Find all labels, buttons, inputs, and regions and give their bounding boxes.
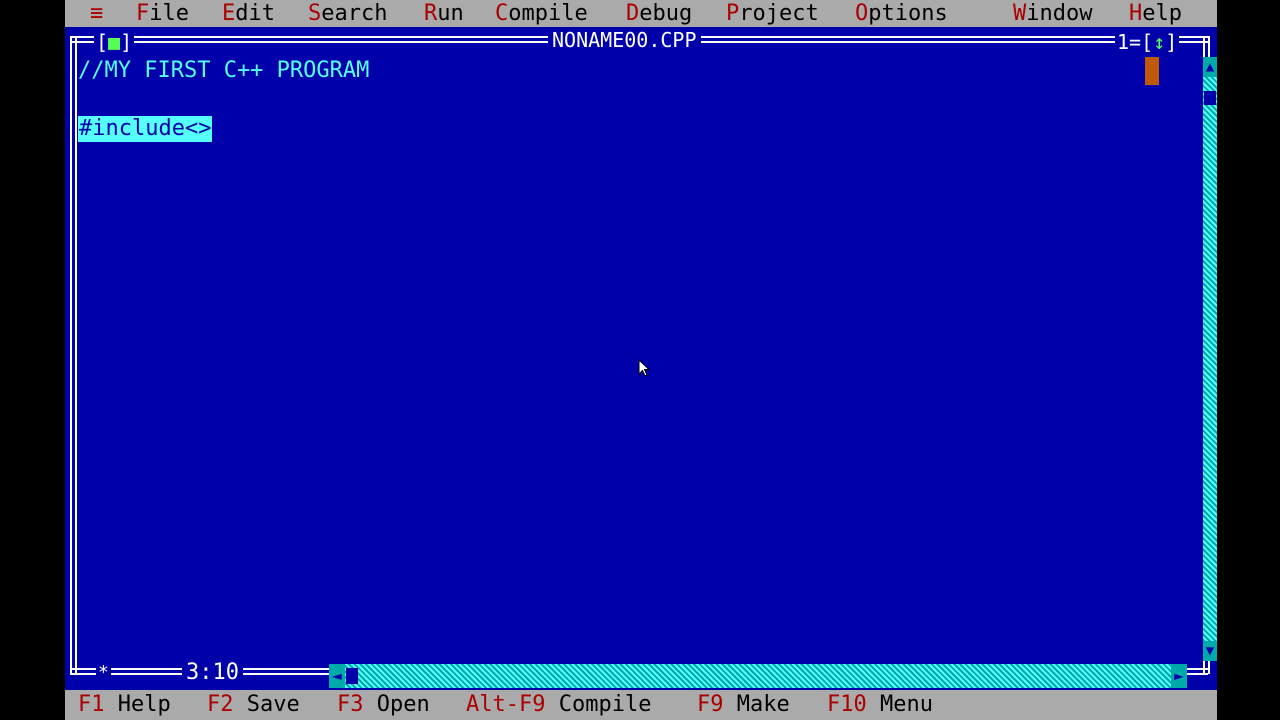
menu-bar: ≡ File Edit Search Run Compile Debug Pro… (65, 0, 1217, 27)
scroll-down-icon[interactable]: ▼ (1203, 641, 1217, 661)
status-f3-open[interactable]: F3 Open (337, 690, 430, 720)
menu-file[interactable]: File (136, 0, 189, 27)
editor-window: [■] NONAME00.CPP 1=[↕] * 3:10 (70, 29, 1212, 684)
scroll-up-icon[interactable]: ▲ (1203, 57, 1217, 77)
menu-run[interactable]: Run (424, 0, 464, 27)
code-line-1[interactable]: //MY FIRST C++ PROGRAM (78, 58, 369, 84)
code-line-3-selected[interactable]: #include<> (78, 116, 213, 142)
system-menu-icon[interactable]: ≡ (90, 0, 103, 27)
menu-window[interactable]: Window (1013, 0, 1092, 27)
text-caret (1145, 57, 1159, 85)
window-close-button[interactable]: [■] (94, 30, 135, 54)
menu-edit[interactable]: Edit (222, 0, 275, 27)
scroll-left-icon[interactable]: ◄ (329, 664, 345, 688)
window-number-zoom[interactable]: 1=[↕] (1115, 30, 1180, 54)
status-bar: F1 Help F2 Save F3 Open Alt-F9 Compile F… (65, 690, 1217, 720)
menu-project[interactable]: Project (726, 0, 819, 27)
modified-indicator: * (96, 662, 111, 683)
horizontal-scroll-thumb[interactable] (346, 668, 358, 684)
horizontal-scrollbar[interactable]: ◄ ► (329, 664, 1187, 688)
arrow-pointer-icon (638, 359, 651, 377)
status-f10-menu[interactable]: F10 Menu (827, 690, 933, 720)
frame-left-border (70, 36, 77, 674)
status-f9-make[interactable]: F9 Make (697, 690, 790, 720)
menu-options[interactable]: Options (855, 0, 948, 27)
window-title: NONAME00.CPP (548, 29, 701, 51)
menu-debug[interactable]: Debug (626, 0, 692, 27)
vertical-scrollbar[interactable]: ▲ ▼ (1203, 57, 1217, 661)
scroll-right-icon[interactable]: ► (1171, 664, 1187, 688)
status-f2-save[interactable]: F2 Save (207, 690, 300, 720)
status-altf9-compile[interactable]: Alt-F9 Compile (466, 690, 651, 720)
status-f1-help[interactable]: F1 Help (78, 690, 171, 720)
menu-compile[interactable]: Compile (495, 0, 588, 27)
menu-search[interactable]: Search (308, 0, 387, 27)
vertical-scroll-thumb[interactable] (1204, 91, 1216, 105)
menu-help[interactable]: Help (1129, 0, 1182, 27)
cursor-position: 3:10 (182, 662, 243, 684)
